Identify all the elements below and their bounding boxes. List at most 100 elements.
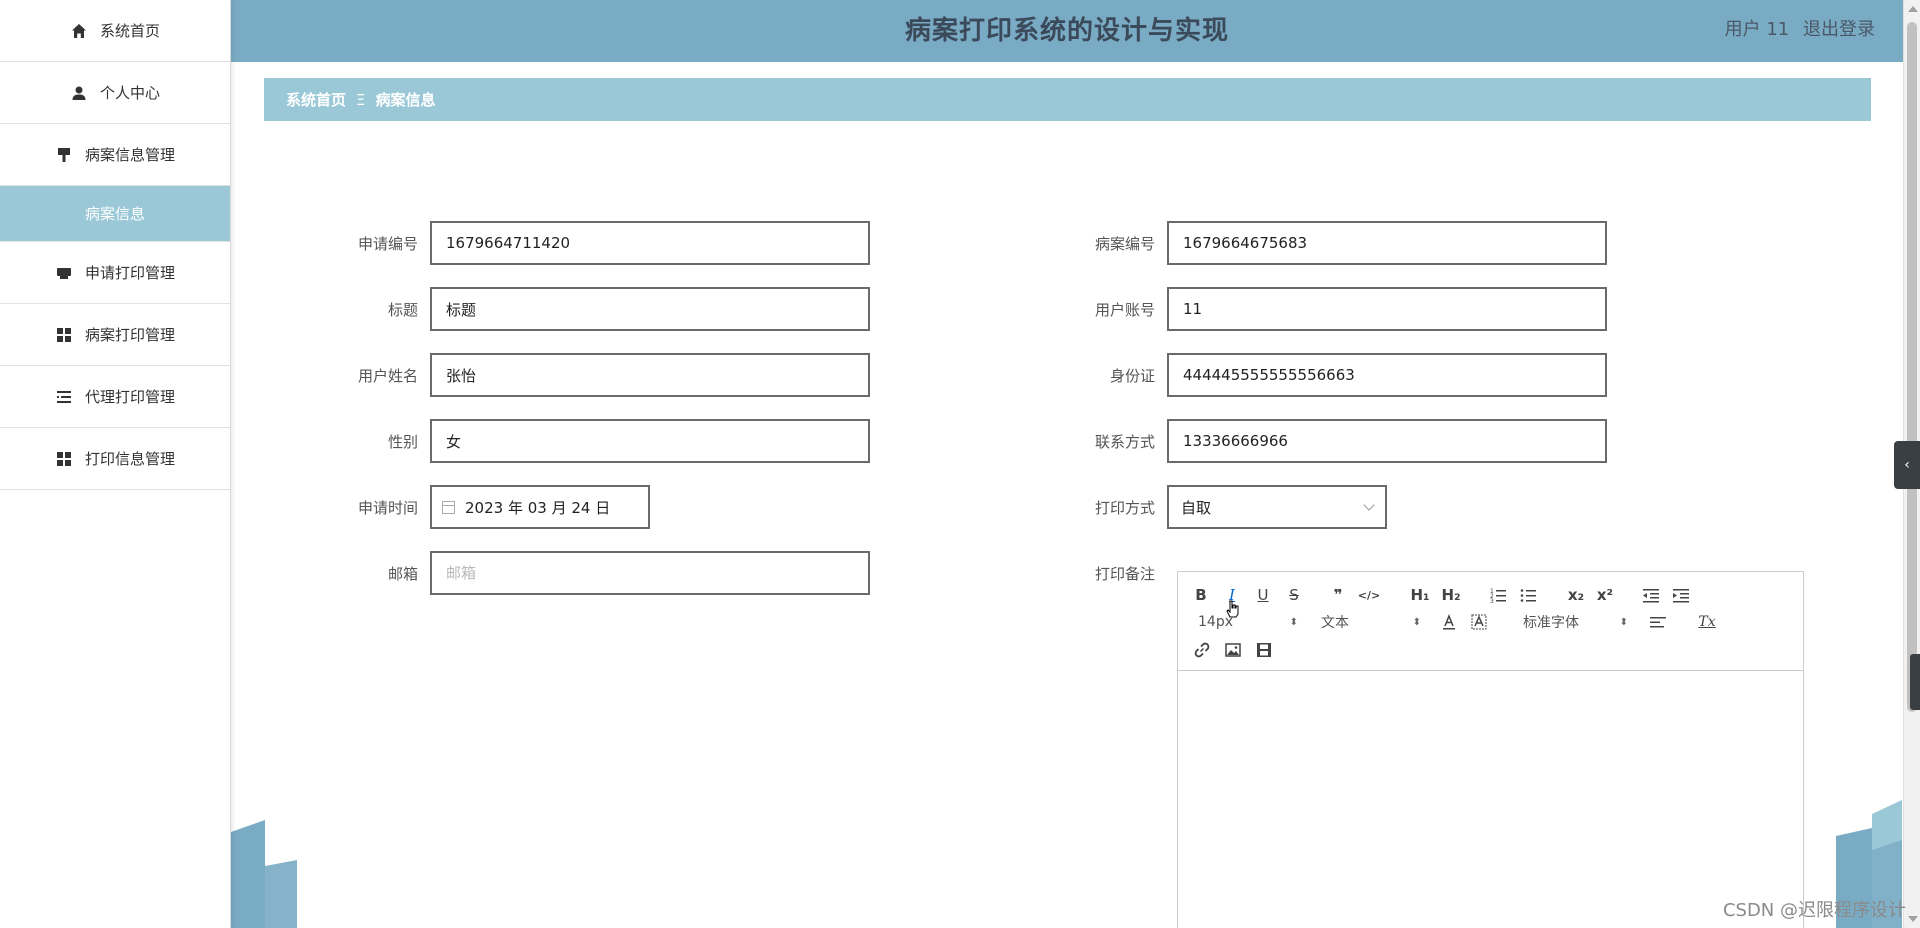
font-family-select[interactable]: 标准字体 ⬍ — [1523, 611, 1628, 633]
form-row-print-method: 打印方式 自取 — [1037, 485, 1387, 529]
sidebar-item-case-management[interactable]: 病案信息管理 — [0, 124, 230, 186]
blockquote-button[interactable]: ❞ — [1328, 584, 1348, 606]
sidebar-item-label: 病案打印管理 — [84, 326, 175, 344]
contact-input[interactable] — [1167, 419, 1607, 463]
clear-format-button[interactable]: Tx — [1696, 611, 1718, 633]
id-card-input[interactable] — [1167, 353, 1607, 397]
link-icon[interactable] — [1192, 639, 1212, 661]
sidebar-item-label: 申请打印管理 — [84, 264, 175, 282]
gender-label: 性别 — [387, 432, 418, 451]
request-time-value: 2023 年 03 月 24 日 — [465, 498, 611, 517]
sidebar-item-proxy-print[interactable]: 代理打印管理 — [0, 366, 230, 428]
sidebar-item-print-request[interactable]: 申请打印管理 — [0, 242, 230, 304]
ordered-list-icon[interactable]: 123 — [1488, 584, 1508, 606]
floating-widget[interactable] — [1910, 654, 1920, 710]
scroll-down-icon[interactable] — [1908, 916, 1918, 922]
superscript-button[interactable]: x² — [1594, 584, 1616, 606]
sidebar-item-label: 代理打印管理 — [84, 388, 175, 406]
request-time-label: 申请时间 — [357, 498, 418, 517]
indent-icon[interactable] — [1671, 584, 1691, 606]
sidebar-item-personal-center[interactable]: 个人中心 — [0, 62, 230, 124]
email-label: 邮箱 — [387, 564, 418, 583]
grid-icon — [55, 450, 73, 468]
gender-input[interactable] — [430, 419, 870, 463]
sidebar-item-label: 打印信息管理 — [84, 450, 175, 468]
form-row-title: 标题 — [300, 287, 870, 331]
underline-button[interactable]: U — [1254, 584, 1272, 606]
breadcrumb-home-link[interactable]: 系统首页 — [286, 89, 346, 110]
font-color-icon[interactable] — [1440, 611, 1458, 633]
sidebar-item-case-print[interactable]: 病案打印管理 — [0, 304, 230, 366]
sidebar-subitem-case-info[interactable]: 病案信息 — [0, 186, 230, 242]
select-arrows-icon: ⬍ — [1412, 616, 1421, 628]
email-input[interactable] — [430, 551, 870, 595]
bold-button[interactable]: B — [1192, 584, 1210, 606]
sidebar-item-label: 个人中心 — [99, 84, 160, 102]
breadcrumb-separator: Ξ — [356, 90, 366, 109]
building-decoration-left — [231, 820, 297, 928]
sidebar-item-label: 病案信息管理 — [84, 146, 175, 164]
header-bar: 病案打印系统的设计与实现 用户 11 退出登录 — [231, 0, 1903, 62]
request-id-input[interactable] — [430, 221, 870, 265]
home-icon — [70, 22, 88, 40]
editor-toolbar: B I U S ❞ </> H₁ H₂ 123 x₂ x² 14px ⬍ 文本 … — [1178, 572, 1803, 671]
id-card-label: 身份证 — [1109, 366, 1155, 385]
logout-button[interactable]: 退出登录 — [1803, 19, 1875, 40]
form-row-case-id: 病案编号 — [1037, 221, 1607, 265]
print-note-editor: B I U S ❞ </> H₁ H₂ 123 x₂ x² 14px ⬍ 文本 … — [1177, 571, 1804, 928]
scroll-thumb[interactable] — [1907, 22, 1917, 712]
header1-button[interactable]: H₁ — [1408, 584, 1432, 606]
form-row-email: 邮箱 — [300, 551, 870, 595]
strike-button[interactable]: S — [1285, 584, 1303, 606]
bullet-list-icon[interactable] — [1518, 584, 1538, 606]
sidebar-item-print-info[interactable]: 打印信息管理 — [0, 428, 230, 490]
user-name[interactable]: 用户 11 — [1725, 19, 1790, 40]
form-row-gender: 性别 — [300, 419, 870, 463]
page-title: 病案打印系统的设计与实现 — [904, 16, 1229, 46]
calendar-icon — [442, 500, 455, 514]
sidebar: 系统首页 个人中心 病案信息管理 病案信息 申请打印管理 病案打印管理 代理打印… — [0, 0, 231, 928]
request-time-picker[interactable]: 2023 年 03 月 24 日 — [430, 485, 650, 529]
contact-label: 联系方式 — [1094, 432, 1155, 451]
list-icon — [55, 388, 73, 406]
paint-icon — [55, 146, 73, 164]
chevron-left-icon: ‹ — [1904, 457, 1910, 473]
select-arrows-icon: ⬍ — [1619, 616, 1628, 628]
print-method-value: 自取 — [1181, 498, 1212, 517]
print-method-label: 打印方式 — [1094, 498, 1155, 517]
user-account-input[interactable] — [1167, 287, 1607, 331]
panel-toggle-button[interactable]: ‹ — [1894, 441, 1920, 489]
select-arrows-icon: ⬍ — [1289, 616, 1298, 628]
image-icon[interactable] — [1223, 639, 1243, 661]
title-input[interactable] — [430, 287, 870, 331]
font-size-select[interactable]: 14px ⬍ — [1198, 611, 1298, 633]
form-row-contact: 联系方式 — [1037, 419, 1607, 463]
hand-cursor-icon — [1226, 600, 1240, 622]
scroll-up-icon[interactable] — [1908, 6, 1918, 12]
print-note-label: 打印备注 — [1094, 565, 1155, 583]
align-left-icon[interactable] — [1648, 611, 1668, 633]
subscript-button[interactable]: x₂ — [1565, 584, 1587, 606]
video-icon[interactable] — [1254, 639, 1274, 661]
editor-content-area[interactable] — [1178, 671, 1803, 928]
breadcrumb: 系统首页 Ξ 病案信息 — [264, 78, 1871, 121]
form-row-user-name: 用户姓名 — [300, 353, 870, 397]
sidebar-item-home[interactable]: 系统首页 — [0, 0, 230, 62]
print-method-select[interactable]: 自取 — [1167, 485, 1387, 529]
form-row-print-note: 打印备注 — [1037, 563, 1167, 584]
case-id-input[interactable] — [1167, 221, 1607, 265]
svg-text:3: 3 — [1490, 598, 1494, 603]
user-account-label: 用户账号 — [1094, 300, 1155, 319]
title-label: 标题 — [387, 300, 418, 319]
code-block-button[interactable]: </> — [1358, 584, 1380, 606]
form-row-request-id: 申请编号 — [300, 221, 870, 265]
header-select-value: 文本 — [1321, 615, 1349, 631]
user-name-label: 用户姓名 — [357, 366, 418, 385]
printer-icon — [55, 264, 73, 282]
font-family-value: 标准字体 — [1523, 615, 1579, 631]
header-select[interactable]: 文本 ⬍ — [1321, 611, 1421, 633]
header2-button[interactable]: H₂ — [1439, 584, 1463, 606]
background-color-icon[interactable] — [1470, 611, 1488, 633]
user-name-input[interactable] — [430, 353, 870, 397]
outdent-icon[interactable] — [1641, 584, 1661, 606]
